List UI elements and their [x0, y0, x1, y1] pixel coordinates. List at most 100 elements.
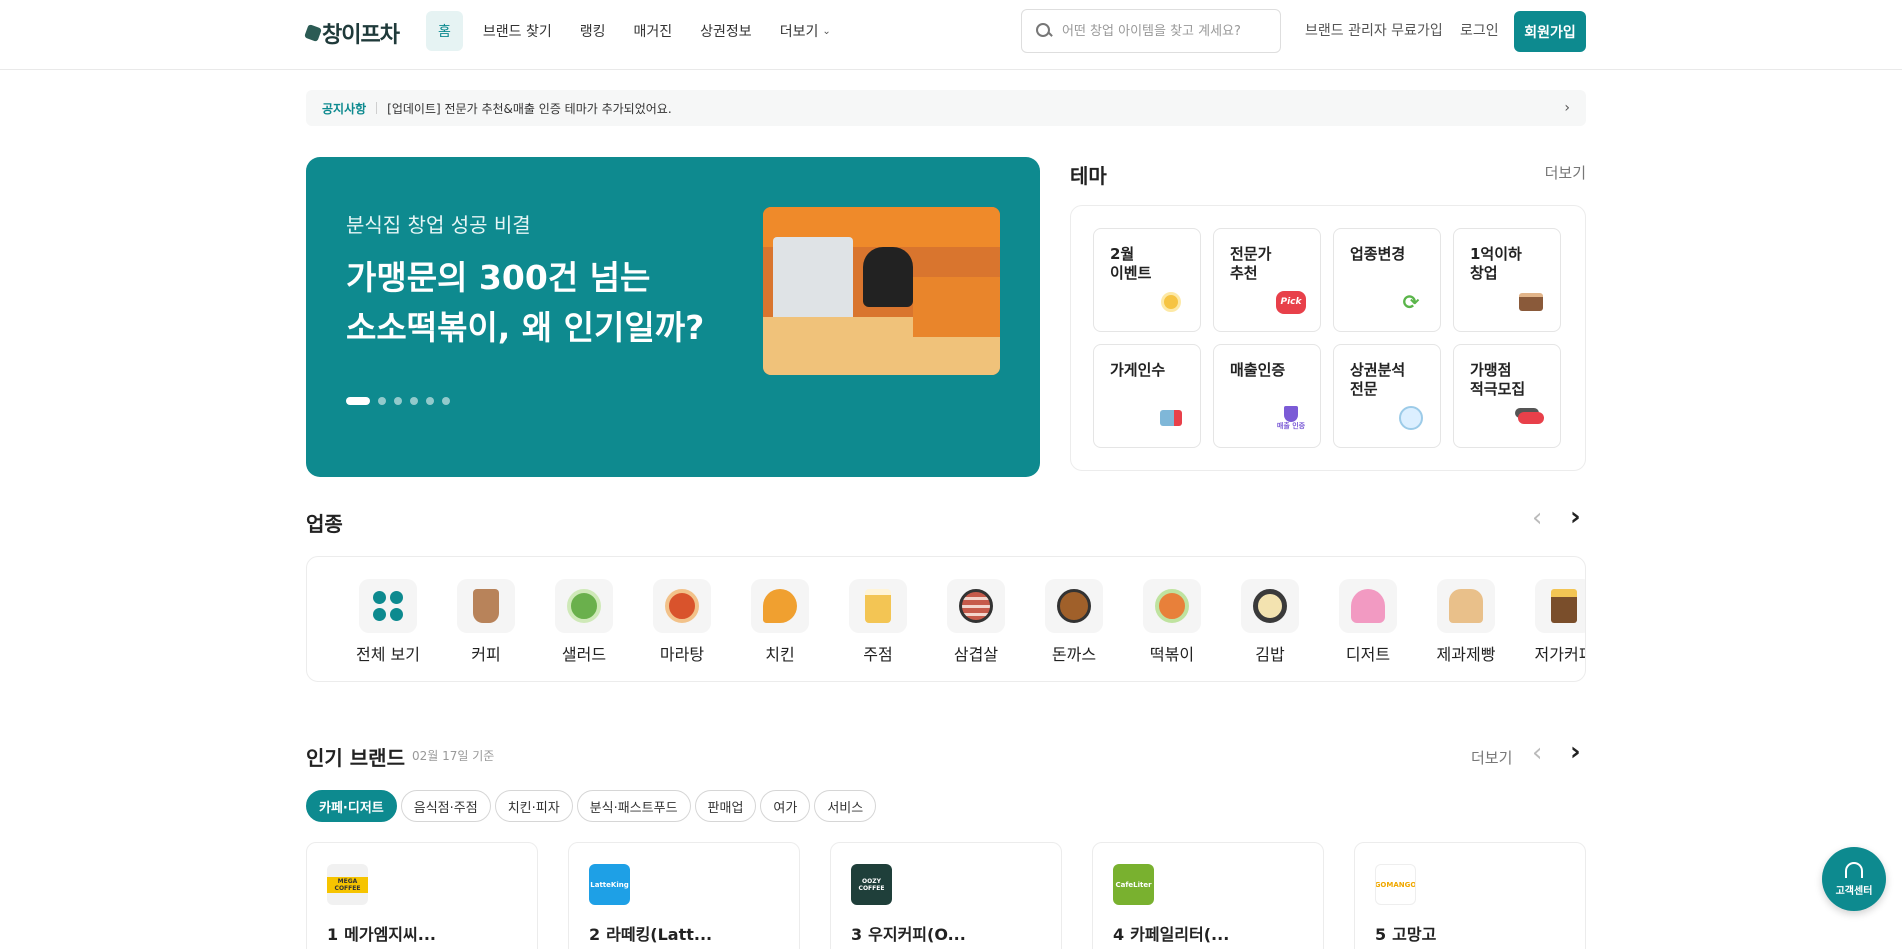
brand-card[interactable]: GOMANGO 5 고망고 — [1354, 842, 1586, 949]
popular-next-arrow-icon[interactable]: › — [1570, 737, 1581, 767]
dessert-icon — [1351, 589, 1385, 623]
brand-admin-signup-link[interactable]: 브랜드 관리자 무료가입 — [1305, 20, 1443, 40]
theme-card-sales-verified[interactable]: 매출인증 매출 인증 — [1213, 344, 1321, 448]
category-item[interactable]: 돈까스 — [1025, 579, 1123, 665]
chip-cafe-dessert[interactable]: 카페·디저트 — [306, 790, 397, 822]
theme-card-trade-analysis[interactable]: 상권분석 전문 — [1333, 344, 1441, 448]
search-input[interactable] — [1062, 23, 1262, 39]
banner-image — [763, 207, 1000, 375]
brand-card[interactable]: CafeLiter 4 카페일리터(... — [1092, 842, 1324, 949]
chip-service[interactable]: 서비스 — [814, 790, 877, 822]
category-item[interactable]: 제과제빵 — [1417, 579, 1515, 665]
cutlet-icon — [1057, 589, 1091, 623]
category-item[interactable]: 김밥 — [1221, 579, 1319, 665]
gift-icon — [1156, 289, 1186, 315]
signup-button[interactable]: 회원가입 — [1514, 11, 1586, 52]
brand-logo: MEGA COFFEE — [327, 864, 368, 905]
theme-card-change-business[interactable]: 업종변경 ⟳ — [1333, 228, 1441, 332]
nav-magazine[interactable]: 매거진 — [620, 11, 687, 51]
brand-name: 2 라떼킹(Latt... — [589, 925, 713, 944]
category-all[interactable]: 전체 보기 — [339, 579, 437, 665]
category-item[interactable]: 떡볶이 — [1123, 579, 1221, 665]
popular-prev-arrow-icon[interactable]: ‹ — [1532, 738, 1542, 768]
theme-card-label: 업종변경 — [1350, 245, 1406, 263]
banner-dot[interactable] — [410, 397, 418, 405]
brand-logo: OOZY COFFEE — [851, 864, 892, 905]
salad-icon — [567, 589, 601, 623]
category-list: 전체 보기 커피 샐러드 마라탕 치킨 주점 삼겹살 돈까스 떡볶이 김밥 디저… — [339, 579, 1585, 665]
category-label: 제과제빵 — [1436, 645, 1496, 664]
theme-more-link[interactable]: 더보기 — [1545, 162, 1586, 183]
theme-card-under-100m[interactable]: 1억이하 창업 — [1453, 228, 1561, 332]
brand-name: 5 고망고 — [1375, 925, 1437, 944]
store-icon — [1156, 405, 1186, 431]
nav-ranking[interactable]: 랭킹 — [566, 11, 620, 51]
category-item[interactable]: 샐러드 — [535, 579, 633, 665]
category-prev-arrow-icon[interactable]: ‹ — [1532, 503, 1542, 533]
category-item[interactable]: 삼겹살 — [927, 579, 1025, 665]
chip-chicken-pizza[interactable]: 치킨·피자 — [494, 790, 573, 822]
nav-brand-search[interactable]: 브랜드 찾기 — [469, 11, 566, 51]
category-item[interactable]: 커피 — [437, 579, 535, 665]
category-next-arrow-icon[interactable]: › — [1570, 502, 1581, 532]
notice-tag: 공지사항 — [322, 101, 367, 116]
brand-card[interactable]: OOZY COFFEE 3 우지커피(O... — [830, 842, 1062, 949]
banner-dot[interactable] — [442, 397, 450, 405]
theme-card-feb-event[interactable]: 2월 이벤트 — [1093, 228, 1201, 332]
nav-trade-area[interactable]: 상권정보 — [686, 11, 766, 51]
theme-card-recruiting[interactable]: 가맹점 적극모집 — [1453, 344, 1561, 448]
category-item[interactable]: 저가커피 — [1515, 579, 1585, 665]
top-header: 창이프차 홈 브랜드 찾기 랭킹 매거진 상권정보 더보기 ⌄ 브랜드 관리자 … — [0, 0, 1902, 70]
category-label: 디저트 — [1345, 645, 1391, 664]
category-label: 김밥 — [1255, 645, 1285, 664]
brand-name: 1 메가엠지씨... — [327, 925, 436, 944]
banner-title: 가맹문의 300건 넘는 소소떡볶이, 왜 인기일까? — [346, 253, 766, 353]
brand-card[interactable]: LatteKing 2 라떼킹(Latt... — [568, 842, 800, 949]
banner-dot[interactable] — [394, 397, 402, 405]
logo-text: 창이프차 — [322, 23, 400, 48]
map-icon — [1396, 405, 1426, 431]
brand-name: 3 우지커피(O... — [851, 925, 966, 944]
search-bar[interactable] — [1021, 9, 1281, 53]
banner-dot[interactable] — [426, 397, 434, 405]
popular-more-link[interactable]: 더보기 — [1471, 747, 1512, 768]
nav-home[interactable]: 홈 — [426, 11, 463, 51]
chip-leisure[interactable]: 여가 — [760, 790, 811, 822]
site-logo[interactable]: 창이프차 — [304, 18, 400, 48]
logo-mark-icon — [304, 24, 322, 42]
theme-card-expert-pick[interactable]: 전문가 추천 Pick — [1213, 228, 1321, 332]
theme-card-label: 매출인증 — [1230, 361, 1286, 379]
banner-dot[interactable] — [346, 397, 370, 405]
banner-dot[interactable] — [378, 397, 386, 405]
theme-grid: 2월 이벤트 전문가 추천 Pick 업종변경 ⟳ 1억이하 창업 가게인수 매… — [1093, 228, 1565, 448]
tteokbokki-icon — [1155, 589, 1189, 623]
theme-card-label: 가게인수 — [1110, 361, 1166, 379]
login-link[interactable]: 로그인 — [1460, 20, 1499, 40]
category-panel: 전체 보기 커피 샐러드 마라탕 치킨 주점 삼겹살 돈까스 떡볶이 김밥 디저… — [306, 556, 1586, 682]
chip-retail[interactable]: 판매업 — [694, 790, 757, 822]
hero-banner[interactable]: 분식집 창업 성공 비결 가맹문의 300건 넘는 소소떡볶이, 왜 인기일까? — [306, 157, 1040, 477]
category-item[interactable]: 치킨 — [731, 579, 829, 665]
cheap-coffee-icon — [1551, 589, 1577, 623]
pick-badge-icon: Pick — [1276, 289, 1306, 315]
chip-snack-fastfood[interactable]: 분식·패스트푸드 — [576, 790, 691, 822]
banner-pagination — [346, 397, 458, 405]
category-item[interactable]: 마라탕 — [633, 579, 731, 665]
nav-more[interactable]: 더보기 ⌄ — [766, 11, 845, 51]
category-label: 샐러드 — [561, 645, 607, 664]
category-item[interactable]: 주점 — [829, 579, 927, 665]
theme-card-store-takeover[interactable]: 가게인수 — [1093, 344, 1201, 448]
brand-name: 4 카페일리터(... — [1113, 925, 1230, 944]
chicken-icon — [763, 589, 797, 623]
customer-center-label: 고객센터 — [1835, 885, 1873, 897]
customer-center-button[interactable]: 고객센터 — [1822, 847, 1886, 911]
notice-bar[interactable]: 공지사항 [업데이트] 전문가 추천&매출 인증 테마가 추가되었어요. › — [306, 90, 1586, 126]
popular-section-title: 인기 브랜드 — [306, 746, 405, 770]
popular-date: 02월 17일 기준 — [412, 749, 495, 763]
chip-restaurant-bar[interactable]: 음식점·주점 — [400, 790, 491, 822]
category-item[interactable]: 디저트 — [1319, 579, 1417, 665]
coffee-icon — [473, 589, 499, 623]
chevron-right-icon: › — [1564, 100, 1570, 116]
brand-card[interactable]: MEGA COFFEE 1 메가엠지씨... — [306, 842, 538, 949]
category-label: 돈까스 — [1051, 645, 1097, 664]
